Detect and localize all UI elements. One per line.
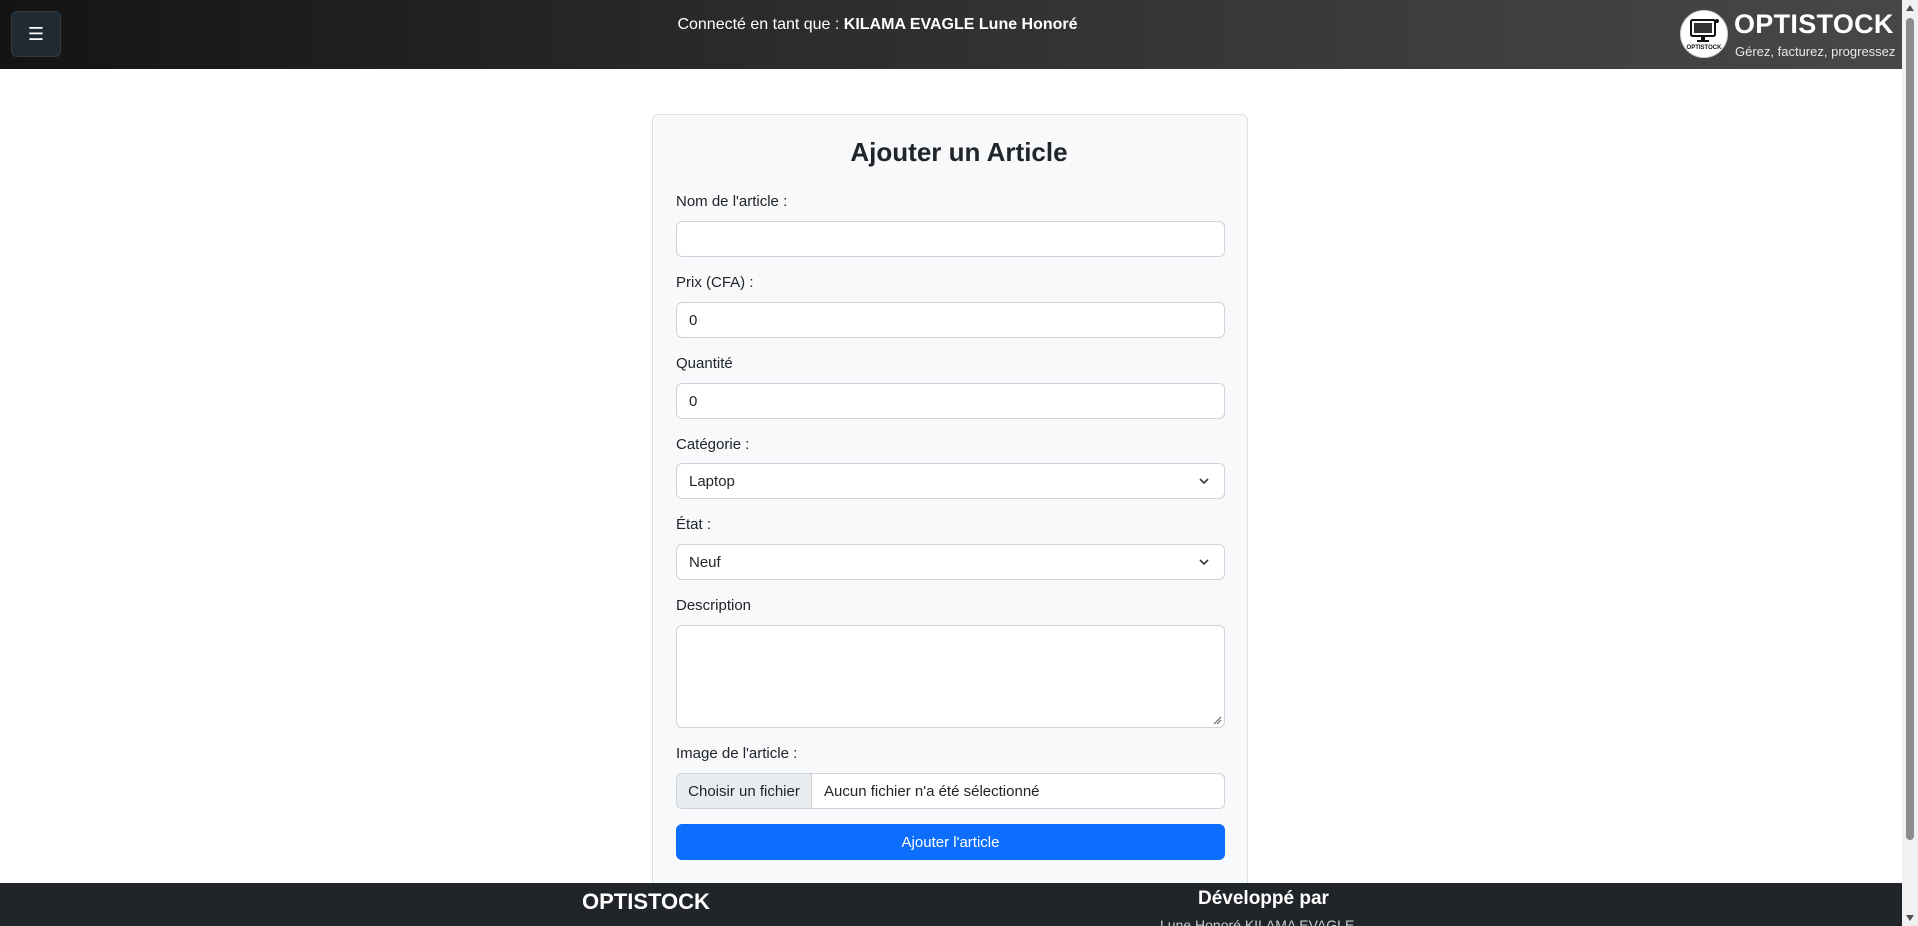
description-label: Description (676, 597, 752, 614)
category-selected-value: Laptop (689, 472, 735, 490)
chevron-down-icon (1199, 478, 1209, 485)
name-label: Nom de l'article : (676, 193, 788, 210)
image-file-input[interactable]: Choisir un fichier Aucun fichier n'a été… (676, 773, 1225, 809)
state-label: État : (676, 516, 712, 533)
state-selected-value: Neuf (689, 553, 721, 571)
resize-grip-icon[interactable] (1212, 715, 1222, 725)
article-name-input[interactable] (676, 221, 1225, 257)
chevron-down-icon (1199, 559, 1209, 566)
logo-text: OPTISTOCK (1687, 45, 1723, 51)
price-value: 0 (689, 311, 698, 329)
price-label: Prix (CFA) : (676, 274, 754, 291)
choose-file-button[interactable]: Choisir un fichier (677, 774, 812, 808)
brand-name: OPTISTOCK (1734, 9, 1894, 39)
connected-user-text: Connecté en tant que : KILAMA EVAGLE Lun… (0, 16, 1755, 34)
footer-developed-by: Développé par (1198, 888, 1329, 909)
image-label: Image de l'article : (676, 745, 798, 762)
top-navbar: ☰ Connecté en tant que : KILAMA EVAGLE L… (0, 0, 1902, 69)
footer-brand: OPTISTOCK (582, 889, 710, 914)
description-textarea[interactable] (676, 625, 1225, 728)
connected-prefix: Connecté en tant que : (677, 16, 844, 33)
monitor-logo-icon: OPTISTOCK (1687, 19, 1723, 51)
quantity-label: Quantité (676, 355, 733, 372)
quantity-input[interactable]: 0 (676, 383, 1225, 419)
form-title: Ajouter un Article (850, 137, 1068, 167)
scroll-up-arrow-icon[interactable] (1905, 3, 1915, 13)
brand-tagline: Gérez, facturez, progressez (1735, 44, 1896, 59)
scrollbar-thumb[interactable] (1906, 18, 1914, 840)
footer-developer-name: Lune Honoré KILAMA EVAGLE (1160, 917, 1355, 926)
connected-user-name: KILAMA EVAGLE Lune Honoré (843, 16, 1078, 33)
category-label: Catégorie : (676, 436, 750, 453)
footer: OPTISTOCK Développé par Lune Honoré KILA… (0, 883, 1902, 926)
brand-logo: OPTISTOCK (1680, 10, 1728, 58)
quantity-value: 0 (689, 392, 698, 410)
brand-block: OPTISTOCK OPTISTOCK Gérez, facturez, pro… (1680, 9, 1902, 61)
scroll-down-arrow-icon[interactable] (1905, 913, 1915, 923)
file-status-text: Aucun fichier n'a été sélectionné (824, 782, 1040, 800)
category-select[interactable]: Laptop (676, 463, 1225, 499)
state-select[interactable]: Neuf (676, 544, 1225, 580)
add-article-button[interactable]: Ajouter l'article (676, 824, 1225, 860)
price-input[interactable]: 0 (676, 302, 1225, 338)
page-scrollbar[interactable] (1902, 0, 1918, 926)
